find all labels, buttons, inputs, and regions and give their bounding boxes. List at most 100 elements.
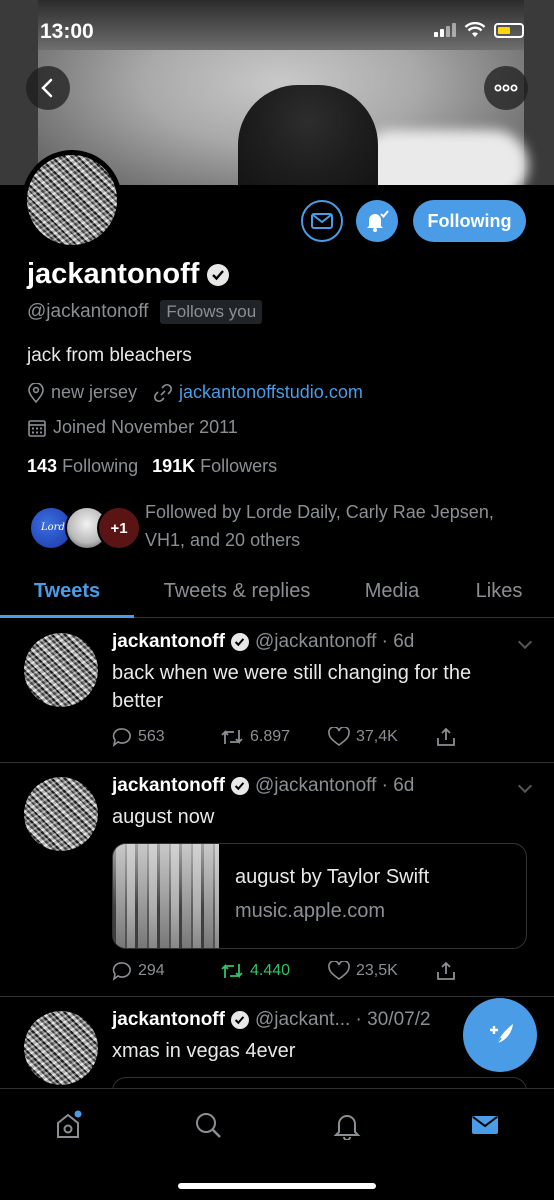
reply-button[interactable]: 294 xyxy=(112,961,220,981)
profile-location: new jersey xyxy=(51,382,138,402)
tweet-actions: 563 6.897 37,4K xyxy=(112,727,544,747)
reply-button[interactable]: 563 xyxy=(112,727,220,747)
back-button[interactable] xyxy=(26,66,70,110)
following-count-link[interactable]: 143 Following xyxy=(27,456,138,477)
tweet-text: back when we were still changing for the… xyxy=(112,662,472,712)
followers-count: 191K xyxy=(152,456,196,476)
status-bar: 13:00 xyxy=(0,0,554,64)
profile-tabs: Tweets Tweets & replies Media Likes xyxy=(0,565,554,618)
like-button[interactable]: 37,4K xyxy=(328,727,436,747)
display-name: jackantonoff xyxy=(27,258,200,290)
tweet-avatar[interactable] xyxy=(24,1011,98,1085)
messages-icon xyxy=(472,1116,498,1134)
nav-search[interactable] xyxy=(188,1105,228,1145)
bell-icon xyxy=(333,1115,361,1140)
tweet-avatar[interactable] xyxy=(24,633,98,707)
card-title: august by Taylor Swift xyxy=(235,866,430,888)
reply-count: 563 xyxy=(138,728,165,745)
tweet-handle-time: @jackantonoff · 6d xyxy=(254,631,415,652)
followed-by-row[interactable]: Lorde +1 Followed by Lorde Daily, Carly … xyxy=(27,498,537,554)
tweet-header: jackantonoff @jackantonoff · 6d xyxy=(112,631,414,653)
handle-row: @jackantonoff Follows you xyxy=(27,300,263,324)
retweet-button[interactable]: 4.440 xyxy=(220,961,328,981)
profile-name: jackantonoff xyxy=(27,258,230,291)
notifications-button[interactable] xyxy=(356,200,398,242)
search-icon xyxy=(196,1113,221,1138)
followed-by-text: Followed by Lorde Daily, Carly Rae Jepse… xyxy=(145,502,494,550)
profile-handle: @jackantonoff xyxy=(27,301,149,322)
tweet-handle-time: @jackantonoff · 6d xyxy=(254,775,415,796)
share-button[interactable] xyxy=(436,961,544,981)
reply-icon xyxy=(112,962,131,981)
tweet-text: xmas in vegas 4ever xyxy=(112,1040,296,1062)
status-icons xyxy=(434,22,524,38)
heart-icon xyxy=(328,727,350,746)
retweet-icon xyxy=(221,729,243,745)
verified-badge-icon xyxy=(207,263,230,286)
tab-tweets-and-replies[interactable]: Tweets & replies xyxy=(134,565,340,617)
heart-icon xyxy=(328,961,350,980)
tweet-actions: 294 4.440 23,5K xyxy=(112,961,544,981)
calendar-icon xyxy=(28,419,46,437)
tweet[interactable]: jackantonoff @jackantonoff · 6d back whe… xyxy=(0,619,554,763)
retweet-button[interactable]: 6.897 xyxy=(220,727,328,747)
tab-likes[interactable]: Likes xyxy=(444,565,554,617)
location-link-row: new jersey jackantonoffstudio.com xyxy=(27,382,363,403)
card-image xyxy=(113,844,219,948)
wifi-icon xyxy=(464,22,486,37)
nav-notifications[interactable] xyxy=(327,1105,367,1145)
tweet-text: august now xyxy=(112,806,215,828)
envelope-icon xyxy=(311,213,333,229)
like-count: 23,5K xyxy=(356,962,398,979)
tab-tweets[interactable]: Tweets xyxy=(0,565,134,618)
follows-you-badge: Follows you xyxy=(160,300,263,324)
link-icon xyxy=(154,383,173,402)
retweet-count: 6.897 xyxy=(250,728,291,745)
retweet-icon xyxy=(221,963,243,979)
share-icon xyxy=(437,727,455,746)
home-indicator[interactable] xyxy=(178,1183,376,1189)
share-button[interactable] xyxy=(436,727,544,747)
like-count: 37,4K xyxy=(356,728,398,745)
tweet-author-name: jackantonoff xyxy=(112,1009,225,1030)
tweet-header: jackantonoff @jackant... · 30/07/2 xyxy=(112,1009,431,1031)
more-icon xyxy=(494,84,518,92)
chevron-down-icon[interactable] xyxy=(517,634,533,650)
tweet-avatar[interactable] xyxy=(24,777,98,851)
location-pin-icon xyxy=(28,382,44,403)
share-icon xyxy=(437,961,455,980)
following-button[interactable]: Following xyxy=(413,200,526,242)
joined-date: Joined November 2011 xyxy=(53,417,238,437)
avatar-vh1: +1 xyxy=(97,506,141,550)
profile-website-link[interactable]: jackantonoffstudio.com xyxy=(179,382,363,403)
verified-badge-icon xyxy=(230,1011,249,1029)
tweet[interactable]: jackantonoff @jackantonoff · 6d august n… xyxy=(0,763,554,997)
profile-bio: jack from bleachers xyxy=(27,345,192,366)
nav-messages[interactable] xyxy=(465,1105,505,1145)
chevron-left-icon xyxy=(41,78,53,98)
reply-icon xyxy=(112,728,131,747)
follow-counts: 143 Following 191K Followers xyxy=(27,456,277,477)
tab-media[interactable]: Media xyxy=(340,565,444,617)
following-label: Following xyxy=(62,456,139,476)
chevron-down-icon[interactable] xyxy=(517,778,533,794)
nav-home[interactable] xyxy=(48,1105,88,1145)
status-time: 13:00 xyxy=(40,20,94,43)
home-icon xyxy=(57,1110,82,1138)
card-domain: music.apple.com xyxy=(235,900,386,922)
compose-feather-icon xyxy=(490,1024,513,1047)
compose-tweet-button[interactable] xyxy=(463,998,537,1072)
message-button[interactable] xyxy=(301,200,343,242)
vh1-label: +1 xyxy=(110,519,128,537)
following-count: 143 xyxy=(27,456,58,476)
link-card[interactable]: august by Taylor Swift music.apple.com xyxy=(112,843,527,949)
tweet-author-name: jackantonoff xyxy=(112,631,225,652)
tweet-header: jackantonoff @jackantonoff · 6d xyxy=(112,775,414,797)
followers-count-link[interactable]: 191K Followers xyxy=(152,456,277,477)
more-options-button[interactable] xyxy=(484,66,528,110)
like-button[interactable]: 23,5K xyxy=(328,961,436,981)
bell-check-icon xyxy=(367,210,389,232)
verified-badge-icon xyxy=(230,777,249,795)
signal-icon xyxy=(434,23,456,37)
profile-avatar[interactable] xyxy=(22,150,122,250)
